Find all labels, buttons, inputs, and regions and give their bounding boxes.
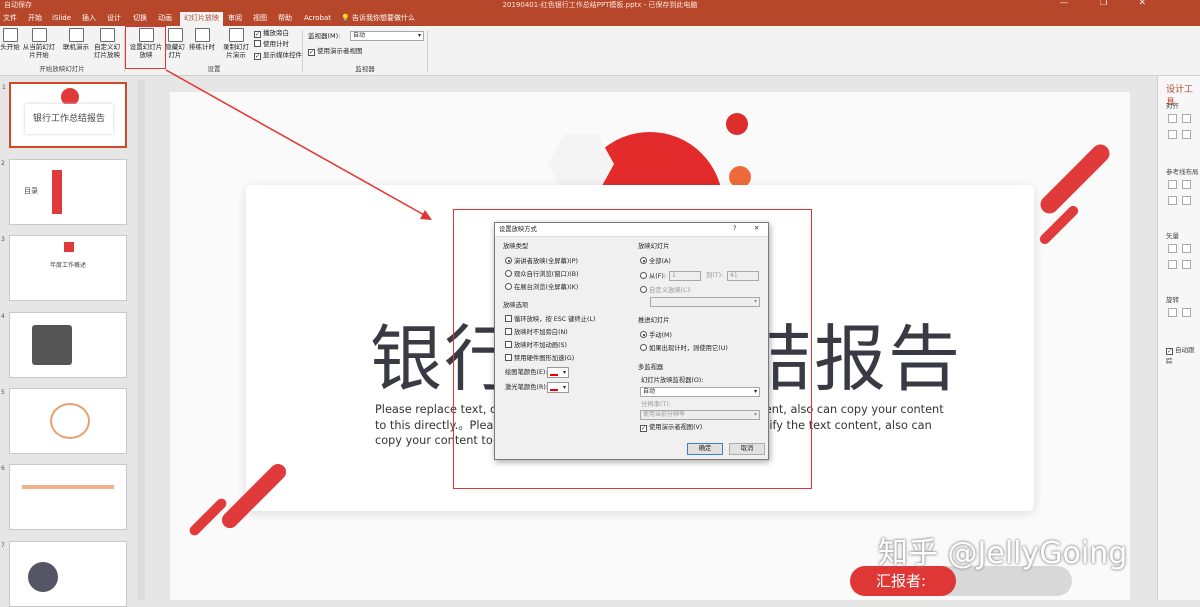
show-options-heading: 放映选项 — [503, 302, 529, 309]
radio-icon — [505, 283, 512, 290]
pen-color-label: 绘图笔颜色(E): — [505, 369, 548, 376]
show-type-heading: 放映类型 — [503, 243, 529, 250]
checkbox-icon — [505, 328, 512, 335]
laser-color-label: 激光笔颜色(R): — [505, 384, 548, 391]
dialog-title: 设置放映方式 — [499, 226, 537, 233]
to-input[interactable]: 41 — [727, 271, 759, 281]
dialog-header: 设置放映方式 ? ✕ — [495, 223, 768, 237]
type-option-label: 观众自行浏览(窗口)(B) — [514, 271, 579, 278]
monitors-heading: 多监视器 — [638, 364, 664, 371]
custom-show-dropdown[interactable]: ▾ — [650, 297, 760, 307]
from-label: 从(F): — [649, 273, 666, 280]
chevron-down-icon: ▾ — [753, 298, 757, 305]
type-option-speaker[interactable]: 演讲者放映(全屏幕)(P) — [505, 257, 578, 266]
type-option-label: 在展台浏览(全屏幕)(K) — [514, 284, 579, 291]
ok-button[interactable]: 确定 — [687, 443, 723, 455]
setup-show-dialog: 设置放映方式 ? ✕ 放映类型 演讲者放映(全屏幕)(P) 观众自行浏览(窗口)… — [494, 222, 769, 460]
show-monitor-label: 幻灯片放映监视器(O): — [641, 377, 704, 384]
radio-icon — [640, 344, 647, 351]
chevron-down-icon: ▾ — [753, 388, 757, 395]
radio-selected-icon — [640, 331, 647, 338]
pen-icon — [550, 370, 558, 376]
from-input[interactable]: 1 — [669, 271, 701, 281]
show-monitor-dropdown[interactable]: 自动 ▾ — [640, 387, 760, 397]
timing-label: 如果出现计时，则使用它(U) — [649, 345, 728, 352]
custom-show-radio[interactable]: 自定义放映(C): — [640, 286, 692, 295]
cancel-button[interactable]: 取消 — [729, 443, 765, 455]
show-slides-heading: 放映幻灯片 — [638, 243, 670, 250]
show-monitor-value: 自动 — [643, 388, 656, 395]
custom-show-label: 自定义放映(C): — [649, 287, 692, 294]
manual-label: 手动(M) — [649, 332, 672, 339]
opt-label: 放映时不加动画(S) — [514, 342, 567, 349]
checkbox-icon — [505, 341, 512, 348]
checkbox-icon: ✓ — [640, 425, 647, 432]
help-icon[interactable]: ? — [733, 225, 736, 233]
type-option-kiosk[interactable]: 在展台浏览(全屏幕)(K) — [505, 283, 578, 292]
pen-color-picker[interactable]: ▾ — [547, 367, 569, 378]
resolution-label: 分辨率(T): — [641, 401, 671, 408]
arrow-line — [165, 69, 427, 217]
checkbox-icon — [505, 315, 512, 322]
slides-all-radio[interactable]: 全部(A) — [640, 257, 671, 266]
opt-no-narration[interactable]: 放映时不加旁白(N) — [505, 328, 568, 337]
chevron-down-icon: ▾ — [562, 369, 566, 376]
radio-icon — [505, 270, 512, 277]
all-label: 全部(A) — [649, 258, 671, 265]
to-label: 到(T): — [706, 272, 724, 279]
advance-heading: 推进幻灯片 — [638, 317, 670, 324]
opt-label: 循环放映，按 ESC 键终止(L) — [514, 316, 596, 323]
resolution-dropdown[interactable]: 使用当前分辨率 ▾ — [640, 410, 760, 420]
resolution-value: 使用当前分辨率 — [643, 411, 686, 418]
chevron-down-icon: ▾ — [562, 384, 566, 391]
opt-loop[interactable]: 循环放映，按 ESC 键终止(L) — [505, 315, 595, 324]
opt-label: 禁用硬件图形加速(G) — [514, 355, 575, 362]
radio-icon — [640, 272, 647, 279]
laser-color-picker[interactable]: ▾ — [547, 382, 569, 393]
checkbox-icon — [505, 354, 512, 361]
laser-icon — [550, 385, 558, 391]
opt-no-animation[interactable]: 放映时不加动画(S) — [505, 341, 567, 350]
presenter-view-check[interactable]: ✓ 使用演示者视图(V) — [640, 424, 702, 432]
type-option-window[interactable]: 观众自行浏览(窗口)(B) — [505, 270, 579, 279]
slides-from-radio[interactable]: 从(F): — [640, 272, 666, 281]
radio-selected-icon — [505, 257, 512, 264]
opt-label: 放映时不加旁白(N) — [514, 329, 568, 336]
type-option-label: 演讲者放映(全屏幕)(P) — [514, 258, 578, 265]
chevron-down-icon: ▾ — [753, 411, 757, 418]
radio-selected-icon — [640, 257, 647, 264]
opt-no-hw-accel[interactable]: 禁用硬件图形加速(G) — [505, 354, 574, 363]
presenter-view-label: 使用演示者视图(V) — [649, 424, 703, 431]
advance-timing-radio[interactable]: 如果出现计时，则使用它(U) — [640, 344, 728, 353]
radio-icon — [640, 286, 647, 293]
arrow-head — [420, 210, 432, 220]
advance-manual-radio[interactable]: 手动(M) — [640, 331, 672, 340]
close-icon[interactable]: ✕ — [754, 225, 759, 233]
